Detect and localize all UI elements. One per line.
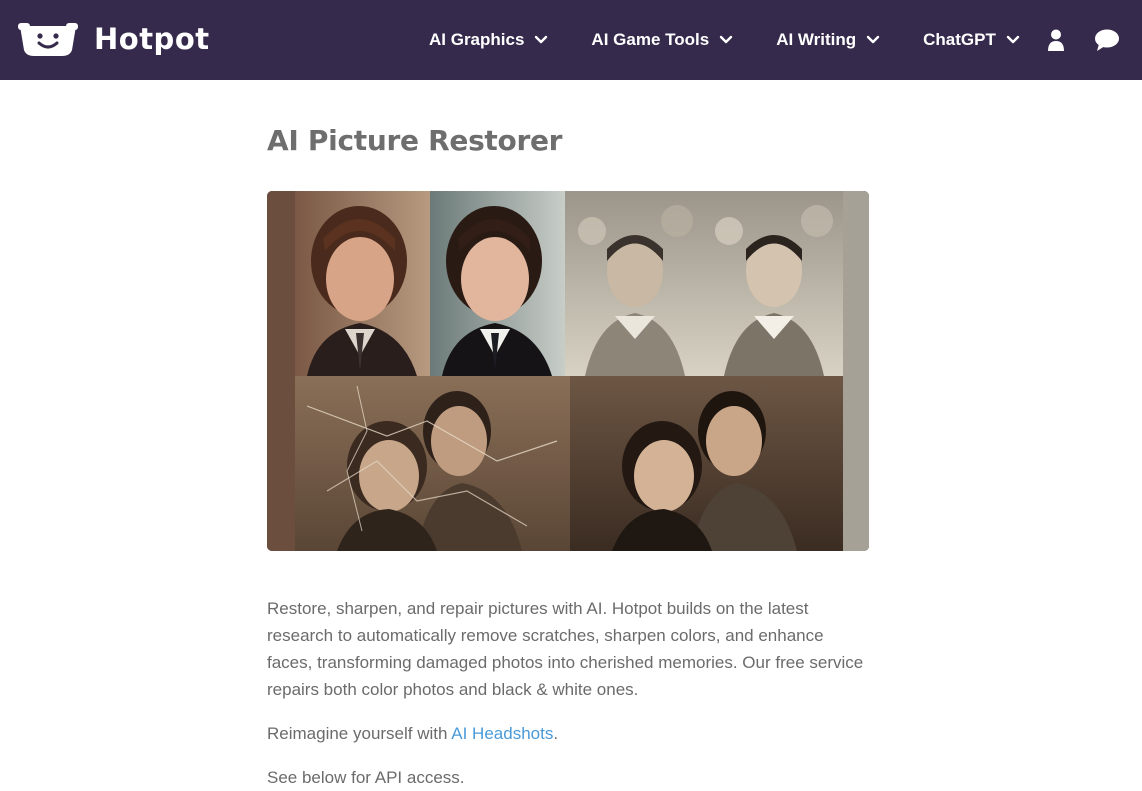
smiling-pot-logo-icon <box>18 23 78 56</box>
nav-ai-graphics-label: AI Graphics <box>429 30 525 49</box>
reimagine-prefix: Reimagine yourself with <box>267 724 452 743</box>
nav-chatgpt-label: ChatGPT <box>923 30 996 49</box>
chevron-down-icon <box>1006 35 1020 44</box>
logo-link[interactable]: Hotpot <box>18 20 210 58</box>
user-icon[interactable] <box>1046 28 1066 52</box>
nav-chatgpt[interactable]: ChatGPT <box>923 30 1020 50</box>
top-navigation-bar: Hotpot AI Graphics AI Game Tools AI Writ… <box>0 0 1142 80</box>
ai-headshots-link[interactable]: AI Headshots <box>451 724 553 743</box>
page-description: Restore, sharpen, and repair pictures wi… <box>267 599 864 699</box>
nav-ai-game-tools-label: AI Game Tools <box>591 30 710 49</box>
api-note: See below for API access. <box>267 768 465 787</box>
chevron-down-icon <box>719 35 733 44</box>
main-content: AI Picture Restorer Restore, sharpen, an… <box>267 80 869 791</box>
nav-ai-writing-label: AI Writing <box>776 30 857 49</box>
reimagine-text: Reimagine yourself with AI Headshots. <box>267 720 869 747</box>
nav-ai-writing[interactable]: AI Writing <box>776 30 880 50</box>
nav-ai-game-tools[interactable]: AI Game Tools <box>591 30 733 50</box>
chevron-down-icon <box>535 35 548 44</box>
restoration-examples-image <box>267 191 869 551</box>
page-title: AI Picture Restorer <box>267 124 563 157</box>
chat-bubble-icon[interactable] <box>1094 28 1120 52</box>
brand-name: Hotpot <box>94 22 210 56</box>
chevron-down-icon <box>866 35 880 44</box>
main-nav: AI Graphics AI Game Tools AI Writing Cha… <box>429 0 1020 80</box>
nav-ai-graphics[interactable]: AI Graphics <box>429 30 548 50</box>
reimagine-suffix: . <box>553 724 559 743</box>
